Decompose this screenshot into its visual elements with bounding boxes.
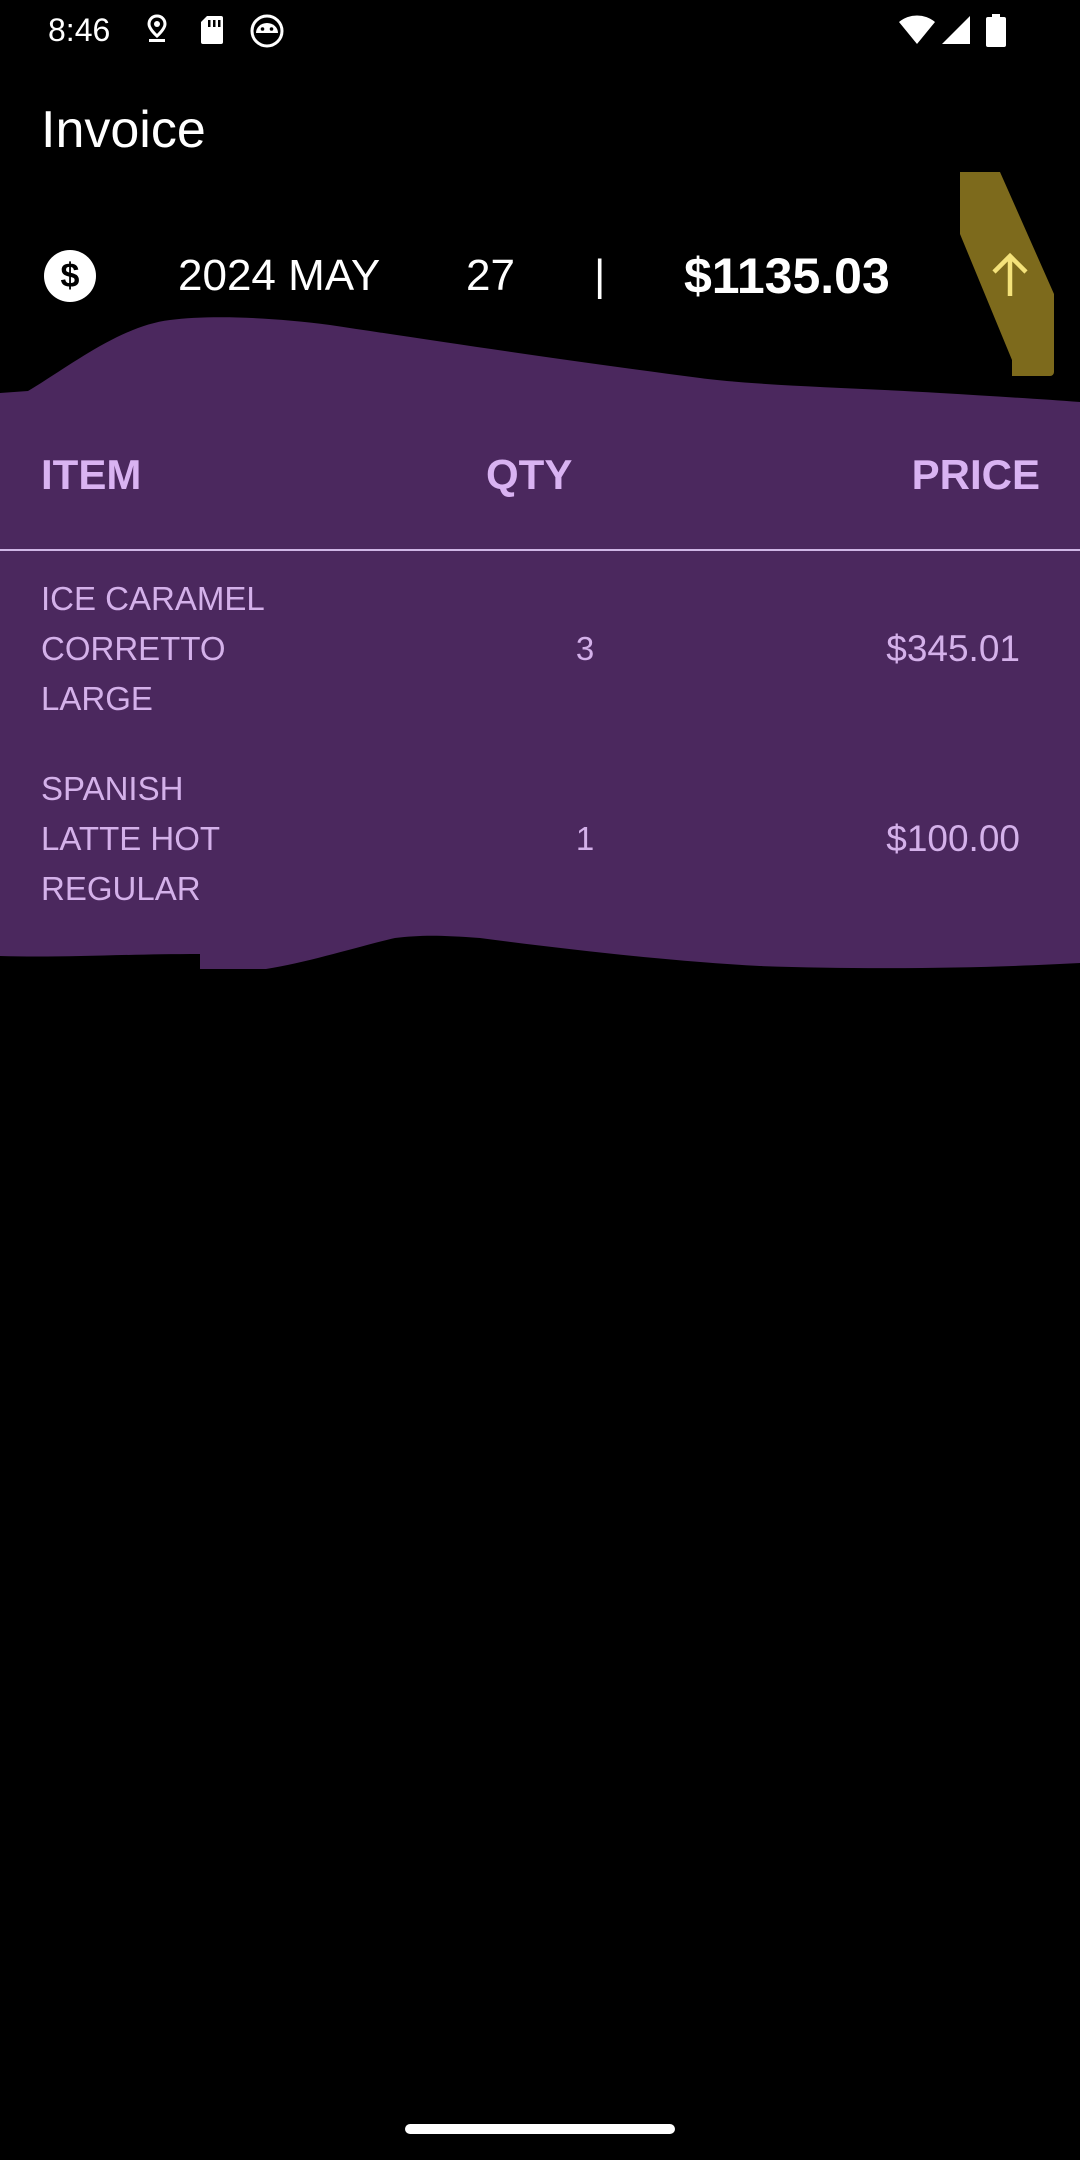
item-name: ICE CARAMEL CORRETTO LARGE <box>41 580 265 717</box>
item-price: $100.00 <box>886 818 1020 859</box>
item-qty: 1 <box>575 820 595 857</box>
item-price: $345.01 <box>886 628 1020 669</box>
status-time: 8:46 <box>48 12 111 48</box>
invoice-date-day: 27 <box>466 251 515 300</box>
invoice-date-year-month: 2024 MAY <box>178 251 381 300</box>
signal-icon <box>942 16 970 44</box>
item-name: SPANISH LATTE HOT REGULAR <box>41 770 221 907</box>
item-qty: 3 <box>575 630 595 667</box>
invoice-summary: $ 2024 MAY 27 | $1135.03 <box>0 230 1080 322</box>
table-header: ITEM QTY PRICE <box>0 440 1080 510</box>
location-icon <box>147 14 167 42</box>
dollar-circle-icon: $ <box>44 250 96 302</box>
column-header-price: PRICE <box>911 451 1040 498</box>
arrow-up-icon <box>992 252 1028 296</box>
header-divider <box>0 549 1080 551</box>
page-title: Invoice <box>41 101 206 159</box>
table-row[interactable]: SPANISH LATTE HOT REGULAR 1 $100.00 <box>0 764 1080 914</box>
status-bar: 8:46 <box>0 0 1080 62</box>
wifi-icon <box>899 15 935 45</box>
gesture-nav-handle[interactable] <box>405 2124 675 2134</box>
invoice-total: $1135.03 <box>684 248 890 304</box>
column-header-qty: QTY <box>486 451 573 498</box>
table-row[interactable]: ICE CARAMEL CORRETTO LARGE 3 $345.01 <box>0 574 1080 724</box>
summary-separator: | <box>594 251 606 300</box>
android-head-icon <box>250 14 284 48</box>
sd-card-icon <box>201 16 223 44</box>
battery-icon <box>986 14 1006 47</box>
column-header-item: ITEM <box>41 451 142 498</box>
